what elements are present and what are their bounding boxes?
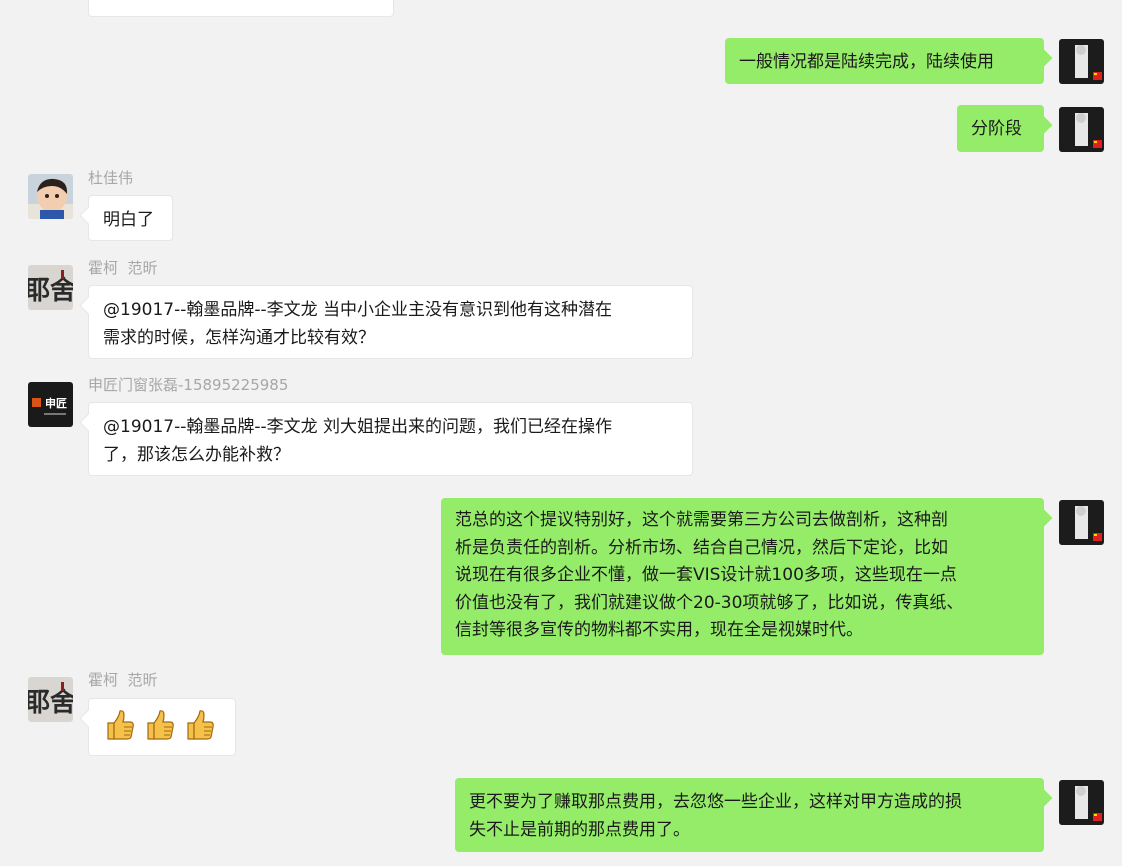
avatar-huoke[interactable]: 耶舍 <box>28 265 73 310</box>
avatar-dujiawei[interactable] <box>28 174 73 219</box>
avatar-self[interactable] <box>1059 500 1104 545</box>
message-bubble-other[interactable]: 明白了 <box>88 195 173 241</box>
thumbs-up-icon <box>107 710 134 740</box>
child-avatar-image <box>28 174 73 219</box>
sender-name: 霍柯 范昕 <box>88 259 158 277</box>
self-avatar-image <box>1059 780 1104 825</box>
avatar-self[interactable] <box>1059 780 1104 825</box>
message-text: 信封等很多宣传的物料都不实用，现在全是视媒时代。 <box>455 620 863 640</box>
calligraphy-avatar-image: 耶舍 <box>28 677 73 722</box>
sender-name: 杜佳伟 <box>88 169 134 187</box>
self-avatar-image <box>1059 500 1104 545</box>
svg-text:耶舍: 耶舍 <box>28 275 73 306</box>
message-text: 一般情况都是陆续完成，陆续使用 <box>739 52 994 72</box>
message-text: 分阶段 <box>971 119 1022 139</box>
message-text: 需求的时候，怎样沟通才比较有效？ <box>103 328 375 348</box>
avatar-huoke[interactable]: 耶舍 <box>28 677 73 722</box>
message-text: 失不止是前期的那点费用了。 <box>469 820 690 840</box>
avatar-self[interactable] <box>1059 107 1104 152</box>
message-text: 价值也没有了，我们就建议做个20-30项就够了，比如说，传真纸、 <box>455 592 964 613</box>
message-bubble-other[interactable]: @19017--翰墨品牌--李文龙 当中小企业主没有意识到他有这种潜在 需求的时… <box>88 285 693 359</box>
message-text: @19017--翰墨品牌--李文龙 当中小企业主没有意识到他有这种潜在 <box>103 300 613 320</box>
message-text: 了，那该怎么办能补救？ <box>103 445 290 465</box>
thumbs-up-icon <box>147 710 174 740</box>
self-avatar-image <box>1059 39 1104 84</box>
message-text: 析是负责任的剖析。分析市场、结合自己情况，然后下定论，比如 <box>455 537 948 558</box>
partial-message-bubble <box>88 0 394 17</box>
calligraphy-avatar-image: 耶舍 <box>28 265 73 310</box>
message-bubble-self[interactable]: 更不要为了赚取那点费用，去忽悠一些企业，这样对甲方造成的损 失不止是前期的那点费… <box>455 778 1044 852</box>
svg-text:耶舍: 耶舍 <box>28 687 73 718</box>
message-bubble-self[interactable]: 分阶段 <box>957 105 1044 152</box>
shenjiang-logo-avatar: 申匠 <box>28 382 73 427</box>
avatar-self[interactable] <box>1059 39 1104 84</box>
message-text: 说现在有很多企业不懂，做一套VIS设计就100多项，这些现在一点 <box>455 565 957 585</box>
message-bubble-self[interactable]: 一般情况都是陆续完成，陆续使用 <box>725 38 1044 84</box>
message-bubble-other[interactable] <box>88 698 236 756</box>
self-avatar-image <box>1059 107 1104 152</box>
message-bubble-self[interactable]: 范总的这个提议特别好，这个就需要第三方公司去做剖析，这种剖 析是负责任的剖析。分… <box>441 498 1044 655</box>
svg-text:申匠: 申匠 <box>45 396 67 410</box>
message-text: 明白了 <box>103 210 154 230</box>
message-text: @19017--翰墨品牌--李文龙 刘大姐提出来的问题，我们已经在操作 <box>103 417 613 437</box>
thumbs-up-icon <box>187 710 214 740</box>
message-bubble-other[interactable]: @19017--翰墨品牌--李文龙 刘大姐提出来的问题，我们已经在操作 了，那该… <box>88 402 693 476</box>
message-text: 更不要为了赚取那点费用，去忽悠一些企业，这样对甲方造成的损 <box>469 792 962 812</box>
sender-name: 申匠门窗张磊-15895225985 <box>88 376 289 394</box>
message-text: 范总的这个提议特别好，这个就需要第三方公司去做剖析，这种剖 <box>455 510 948 530</box>
avatar-shenjiang[interactable]: 申匠 <box>28 382 73 427</box>
sender-name: 霍柯 范昕 <box>88 671 158 689</box>
